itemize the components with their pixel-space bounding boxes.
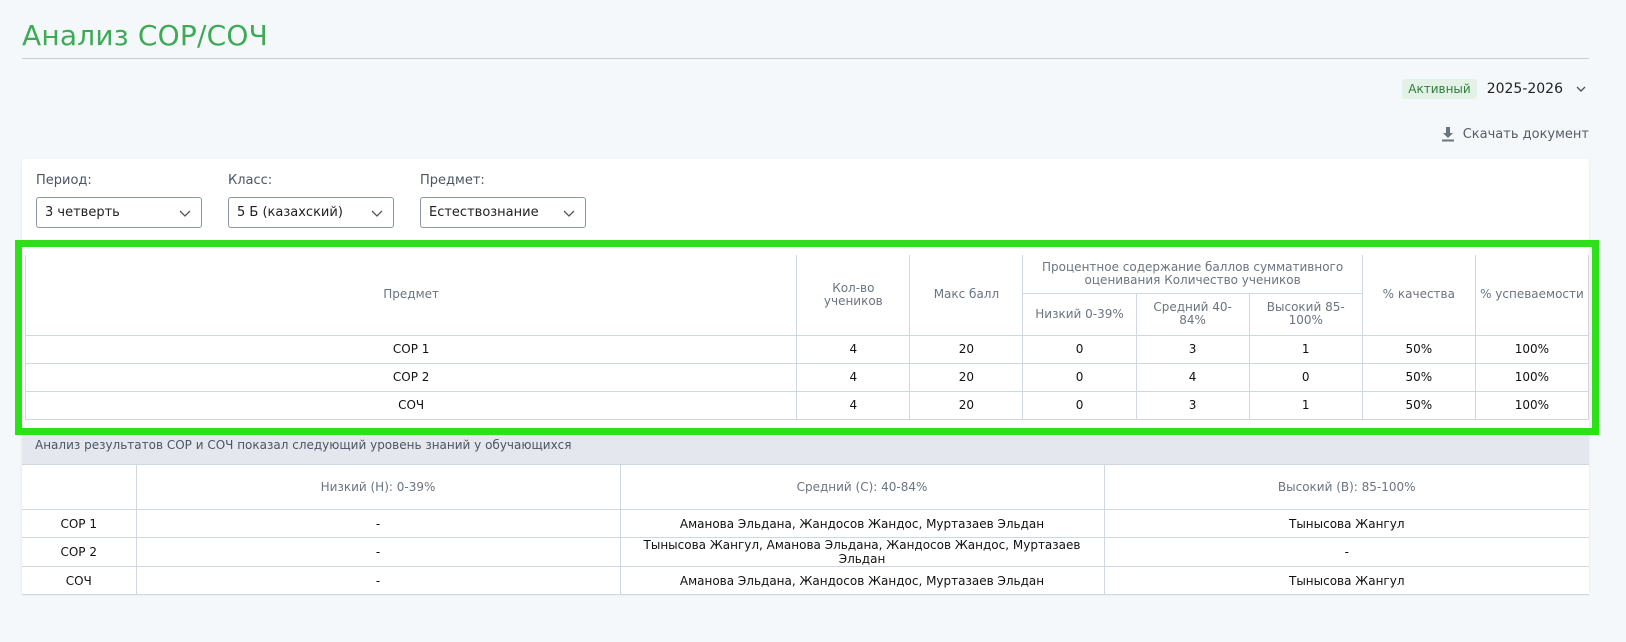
table-row: СОЧ - Аманова Эльдана, Жандосов Жандос, … [22,566,1589,595]
download-icon [1441,127,1454,142]
col-low-level: Низкий (Н): 0-39% [135,464,621,510]
chevron-down-icon [1576,86,1586,92]
cell-mid: Тынысова Жангул, Аманова Эльдана, Жандос… [619,537,1105,567]
subject-select[interactable]: Естествознание [420,197,586,228]
subject-filter: Предмет: Естествознание [420,173,586,228]
table-row: СОР 2 - Тынысова Жангул, Аманова Эльдана… [22,537,1589,567]
chevron-down-icon [179,210,191,217]
cell-name: СОР 2 [22,537,137,567]
subject-label: Предмет: [420,173,485,188]
chevron-down-icon [371,210,383,217]
subject-value: Естествознание [429,205,539,220]
cell-name: СОЧ [22,566,137,595]
download-document-button[interactable]: Скачать документ [1441,126,1589,142]
chevron-down-icon [563,210,575,217]
status-badge: Активный [1402,79,1477,99]
cell-mid: Аманова Эльдана, Жандосов Жандос, Муртаз… [619,509,1105,538]
cell-low: - [135,566,621,595]
col-mid-level: Средний (С): 40-84% [619,464,1105,510]
analysis-caption: Анализ результатов СОР и СОЧ показал сле… [22,435,1589,464]
class-select[interactable]: 5 Б (казахский) [228,197,394,228]
academic-year-selector[interactable]: Активный 2025-2026 [1402,78,1589,100]
page-title: Анализ СОР/СОЧ [22,19,268,52]
period-select[interactable]: 3 четверть [36,197,202,228]
download-label: Скачать документ [1462,126,1589,142]
highlight-frame [15,240,1599,435]
table-row: СОР 1 - Аманова Эльдана, Жандосов Жандос… [22,509,1589,538]
academic-year-value: 2025-2026 [1486,81,1563,97]
cell-name: СОР 1 [22,509,137,538]
cell-high: Тынысова Жангул [1103,566,1589,595]
cell-high: Тынысова Жангул [1103,509,1589,538]
filter-bar: Период: 3 четверть Класс: 5 Б (казахский… [36,173,586,228]
period-label: Период: [36,173,92,188]
cell-low: - [135,509,621,538]
period-value: 3 четверть [45,205,120,220]
period-filter: Период: 3 четверть [36,173,202,228]
cell-mid: Аманова Эльдана, Жандосов Жандос, Муртаз… [619,566,1105,595]
title-divider [22,58,1589,59]
col-high-level: Высокий (В): 85-100% [1103,464,1589,510]
class-filter: Класс: 5 Б (казахский) [228,173,394,228]
class-value: 5 Б (казахский) [237,205,343,220]
cell-high: - [1103,537,1589,567]
analysis-table: Низкий (Н): 0-39% Средний (С): 40-84% Вы… [22,464,1589,595]
cell-low: - [135,537,621,567]
class-label: Класс: [228,173,273,188]
col-name [22,464,137,510]
